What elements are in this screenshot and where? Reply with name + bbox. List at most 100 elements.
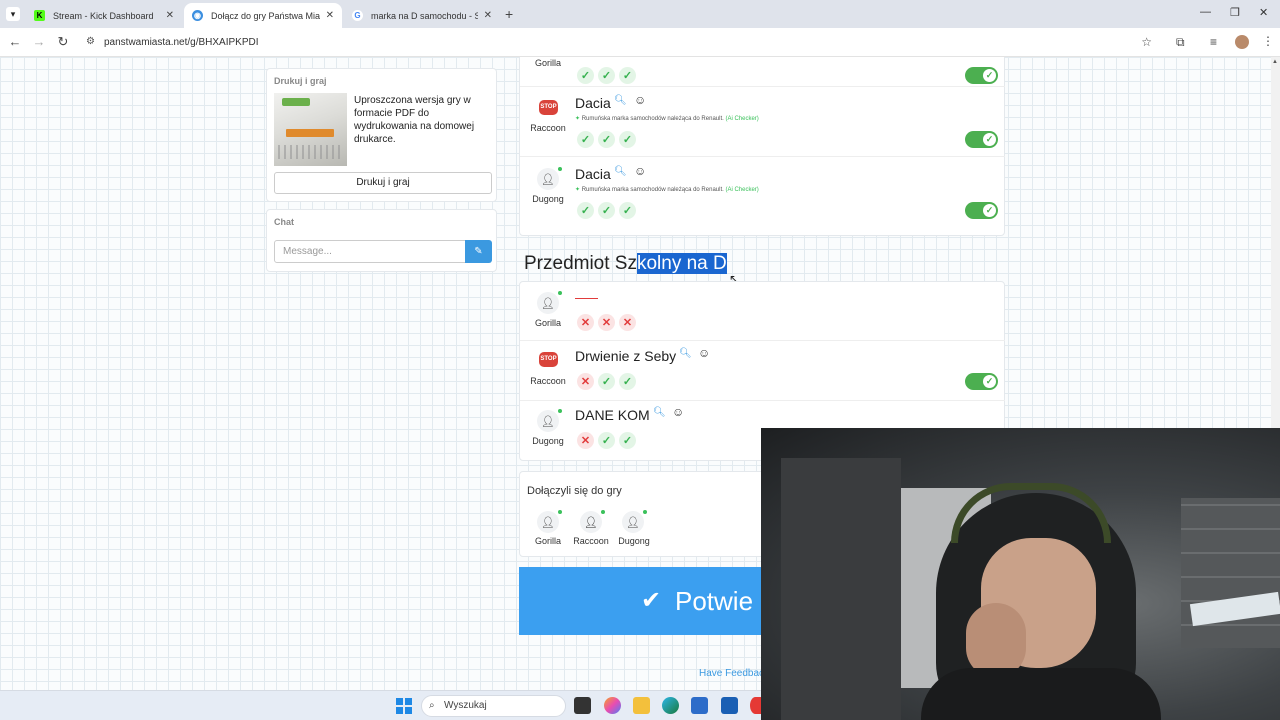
copilot-icon[interactable] xyxy=(604,697,621,714)
close-tab-icon[interactable]: ✕ xyxy=(166,10,174,21)
minimize-icon[interactable]: — xyxy=(1200,6,1211,18)
browser-tab-bar: ▾ K Stream - Kick Dashboard ✕ ◉ Dołącz d… xyxy=(0,0,1280,28)
player-name: Dugong xyxy=(618,536,650,546)
vote-reject-icon: ✕ xyxy=(577,432,594,449)
player-name: Dugong xyxy=(532,194,564,204)
vote-ok-icon: ✓ xyxy=(598,202,615,219)
user-icon: 👤︎ xyxy=(541,297,555,310)
room-door xyxy=(781,458,901,720)
vote-ok-icon: ✓ xyxy=(619,202,636,219)
search-icon[interactable]: 🔍︎ xyxy=(614,166,627,177)
windows-start-icon[interactable] xyxy=(396,698,412,714)
answer-row: 👤︎ Gorilla ✕ ✕ ✕ xyxy=(520,282,1005,341)
task-view-icon[interactable] xyxy=(574,697,591,714)
tab-kick-dashboard[interactable]: K Stream - Kick Dashboard ✕ xyxy=(26,3,182,28)
avatar: 👤︎ xyxy=(622,510,647,533)
outlook-icon[interactable] xyxy=(721,697,738,714)
smiley-icon[interactable]: ☺ xyxy=(634,164,646,178)
stop-icon: STOP xyxy=(539,352,558,367)
answer-text: Dacia xyxy=(575,95,611,111)
player-name: Gorilla xyxy=(534,58,561,68)
tab-google-search[interactable]: G marka na D samochodu - Szukaj ✕ xyxy=(344,3,500,28)
store-icon[interactable] xyxy=(691,697,708,714)
vote-reject-icon: ✕ xyxy=(598,314,615,331)
tab-panstwa-miasta[interactable]: ◉ Dołącz do gry Państwa Miasta ✕ xyxy=(184,3,342,28)
print-description: Uproszczona wersja gry w formacie PDF do… xyxy=(354,95,475,145)
answer-row: Gorilla ✓ ✓ ✓ ✓ xyxy=(520,57,1005,87)
avatar: 👤︎ xyxy=(580,510,605,533)
chat-title: Chat xyxy=(274,217,294,227)
kick-icon: K xyxy=(34,10,45,21)
smiley-icon[interactable]: ☺ xyxy=(698,346,710,360)
file-explorer-icon[interactable] xyxy=(633,697,650,714)
person-shoulders xyxy=(921,668,1161,720)
vote-reject-icon: ✕ xyxy=(619,314,636,331)
forward-icon[interactable]: → xyxy=(30,33,48,51)
tab-list-button[interactable]: ▾ xyxy=(6,7,20,21)
chat-card: Chat Message... ✎ xyxy=(266,209,497,272)
vote-reject-icon: ✕ xyxy=(577,373,594,390)
vote-ok-icon: ✓ xyxy=(577,131,594,148)
smiley-icon[interactable]: ☺ xyxy=(634,93,646,107)
extensions-icon[interactable]: ⧉ xyxy=(1176,35,1185,50)
print-card: Drukuj i graj Uproszczona wersja gry w f… xyxy=(266,68,497,202)
back-icon[interactable]: ← xyxy=(6,33,24,51)
vote-ok-icon: ✓ xyxy=(598,373,615,390)
print-card-title: Drukuj i graj xyxy=(274,76,327,86)
smiley-icon[interactable]: ☺ xyxy=(672,405,684,419)
send-message-icon: ✎ xyxy=(474,246,483,257)
menu-icon[interactable]: ⋮ xyxy=(1262,34,1274,48)
answer-text: DANE KOM xyxy=(575,407,650,423)
print-and-play-button[interactable]: Drukuj i graj xyxy=(274,172,492,194)
vote-ok-icon: ✓ xyxy=(577,202,594,219)
player-name: Raccoon xyxy=(530,123,566,133)
user-icon: 👤︎ xyxy=(541,516,555,529)
vote-reject-icon: ✕ xyxy=(577,314,594,331)
vote-ok-icon: ✓ xyxy=(577,67,594,84)
taskbar-search[interactable]: ⌕ Wyszukaj xyxy=(421,695,566,717)
bookmark-star-icon[interactable]: ☆ xyxy=(1141,35,1152,49)
check-icon: ✔ xyxy=(641,587,662,614)
vote-ok-icon: ✓ xyxy=(598,432,615,449)
avatar: 👤︎ xyxy=(537,510,562,533)
stop-icon: STOP xyxy=(539,100,558,115)
chat-message-input[interactable]: Message... xyxy=(274,240,466,263)
player-name: Raccoon xyxy=(530,376,566,386)
webcam-overlay xyxy=(761,428,1280,720)
edge-icon[interactable] xyxy=(662,697,679,714)
chrome-icon[interactable] xyxy=(750,697,761,714)
category-heading: Przedmiot Szkolny na D xyxy=(524,253,727,274)
joined-title: Dołączyli się do gry xyxy=(527,485,622,497)
restore-icon[interactable]: ❐ xyxy=(1230,6,1240,19)
vote-ok-icon: ✓ xyxy=(619,432,636,449)
person-hand xyxy=(966,603,1026,678)
category-card-car-brand: Gorilla ✓ ✓ ✓ ✓ STOP Raccoon Dacia 🔍︎ ☺ … xyxy=(519,57,1005,236)
search-icon[interactable]: 🔍︎ xyxy=(614,95,627,106)
accept-toggle[interactable]: ✓ xyxy=(965,202,998,219)
avatar: 👤︎ xyxy=(537,167,562,190)
scroll-up-icon[interactable]: ▲ xyxy=(1272,59,1278,65)
ai-checker-note: ✦ Rumuńska marka samochodów należąca do … xyxy=(575,116,759,122)
accept-toggle[interactable]: ✓ xyxy=(965,131,998,148)
confirm-button[interactable]: ✔ Potwie xyxy=(519,567,761,635)
print-preview-image xyxy=(274,93,347,166)
accept-toggle[interactable]: ✓ xyxy=(965,67,998,84)
site-info-icon[interactable]: ⚙ xyxy=(86,36,95,47)
close-window-icon[interactable]: ✕ xyxy=(1259,6,1268,19)
accept-toggle[interactable]: ✓ xyxy=(965,373,998,390)
new-tab-icon[interactable]: + xyxy=(505,6,513,22)
answer-text: Dacia xyxy=(575,166,611,182)
reload-icon[interactable]: ↻ xyxy=(54,33,72,51)
feedback-link[interactable]: Have Feedbac xyxy=(699,668,764,679)
reading-list-icon[interactable]: ≡ xyxy=(1210,35,1217,49)
chat-send-button[interactable]: ✎ xyxy=(465,240,492,263)
profile-avatar[interactable] xyxy=(1235,35,1249,49)
search-icon[interactable]: 🔍︎ xyxy=(653,407,666,418)
answer-text: Drwienie z Seby xyxy=(575,348,677,364)
url-field[interactable]: ⚙ panstwamiasta.net/g/BHXAIPKPDI ☆ xyxy=(78,31,1168,54)
avatar: 👤︎ xyxy=(537,409,562,432)
close-tab-icon[interactable]: ✕ xyxy=(326,10,334,21)
close-tab-icon[interactable]: ✕ xyxy=(484,10,492,21)
vote-ok-icon: ✓ xyxy=(619,131,636,148)
search-icon[interactable]: 🔍︎ xyxy=(679,348,692,359)
